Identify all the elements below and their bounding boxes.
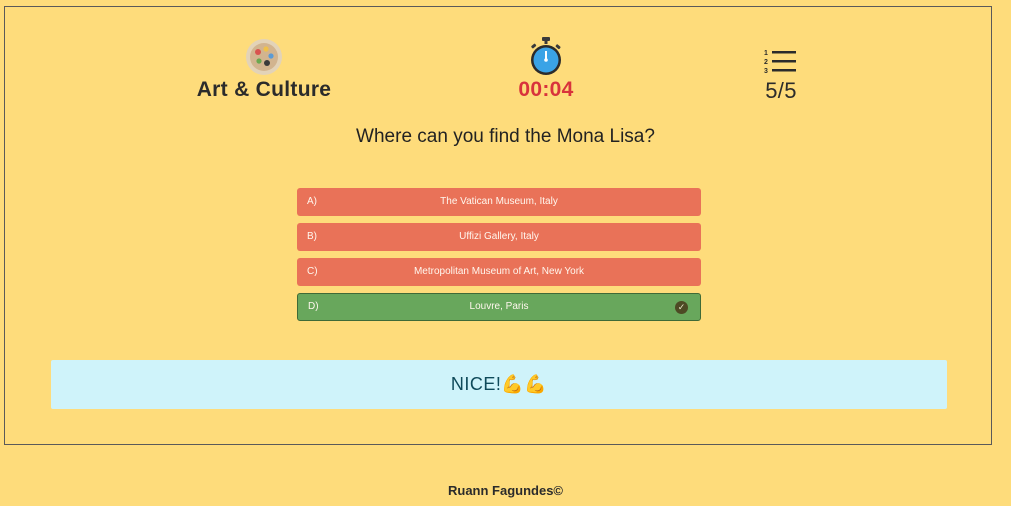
answer-list: A) The Vatican Museum, Italy B) Uffizi G… <box>297 188 701 328</box>
stopwatch-icon <box>446 36 646 76</box>
answer-letter: B) <box>307 231 317 242</box>
answer-option-b[interactable]: B) Uffizi Gallery, Italy <box>297 223 701 251</box>
flexed-biceps-icon: 💪💪 <box>501 374 548 394</box>
svg-text:2: 2 <box>764 59 768 66</box>
answer-text: The Vatican Museum, Italy <box>440 196 558 207</box>
feedback-text: NICE! <box>450 374 502 394</box>
palette-icon <box>164 36 364 76</box>
category-header: Art & Culture <box>164 36 364 102</box>
category-label: Art & Culture <box>196 78 332 101</box>
progress-value: 5/5 <box>765 78 797 103</box>
check-circle-icon: ✓ <box>675 301 688 314</box>
answer-text: Louvre, Paris <box>469 301 529 312</box>
feedback-banner: NICE!💪💪 <box>51 360 947 409</box>
timer-header: 00:04 <box>446 36 646 102</box>
answer-option-d[interactable]: D) Louvre, Paris ✓ <box>297 293 701 321</box>
answer-option-c[interactable]: C) Metropolitan Museum of Art, New York <box>297 258 701 286</box>
answer-letter: D) <box>308 301 319 312</box>
timer-value: 00:04 <box>518 78 574 101</box>
answer-letter: C) <box>307 266 318 277</box>
svg-text:1: 1 <box>764 50 768 57</box>
progress-header: 1 2 3 5/5 <box>681 36 881 104</box>
svg-text:3: 3 <box>764 68 768 75</box>
footer-credit: Ruann Fagundes© <box>447 483 564 498</box>
answer-letter: A) <box>307 196 317 207</box>
answer-text: Metropolitan Museum of Art, New York <box>413 266 585 277</box>
answer-text: Uffizi Gallery, Italy <box>459 231 539 242</box>
question-text: Where can you find the Mona Lisa? <box>356 126 655 147</box>
numbered-list-icon: 1 2 3 <box>681 36 881 76</box>
answer-option-a[interactable]: A) The Vatican Museum, Italy <box>297 188 701 216</box>
